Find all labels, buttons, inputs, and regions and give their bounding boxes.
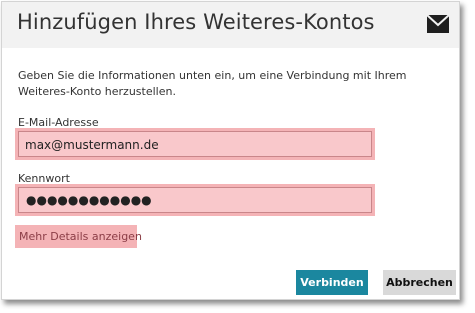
email-field[interactable]: max@mustermann.de bbox=[18, 131, 372, 157]
password-value: ●●●●●●●●●●●● bbox=[26, 193, 152, 207]
dialog-title-bar: Hinzufügen Ihres Weiteres-Kontos bbox=[2, 2, 459, 48]
dialog-description: Geben Sie die Informationen unten ein, u… bbox=[18, 69, 407, 98]
password-field-highlight: ●●●●●●●●●●●● bbox=[15, 184, 375, 216]
email-value: max@mustermann.de bbox=[25, 138, 159, 152]
cancel-button[interactable]: Abbrechen bbox=[383, 270, 456, 295]
mail-icon bbox=[427, 15, 449, 33]
email-field-highlight: max@mustermann.de bbox=[15, 128, 375, 160]
add-account-dialog: Hinzufügen Ihres Weiteres-Kontos Geben S… bbox=[1, 1, 460, 300]
more-details-link[interactable]: Mehr Details anzeigen bbox=[19, 230, 142, 243]
dialog-title: Hinzufügen Ihres Weiteres-Kontos bbox=[17, 10, 375, 34]
password-field[interactable]: ●●●●●●●●●●●● bbox=[18, 187, 372, 213]
details-link-highlight: Mehr Details anzeigen bbox=[15, 225, 142, 248]
connect-button[interactable]: Verbinden bbox=[296, 270, 368, 295]
